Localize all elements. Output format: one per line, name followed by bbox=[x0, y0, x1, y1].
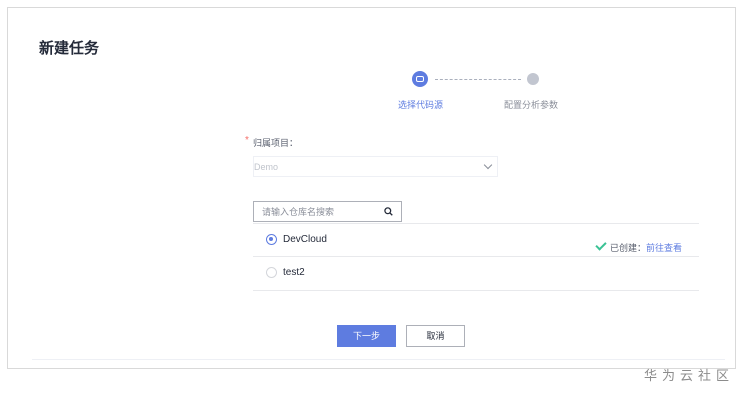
search-icon[interactable] bbox=[384, 207, 393, 216]
step-2-label: 配置分析参数 bbox=[504, 100, 559, 110]
project-select[interactable]: Demo bbox=[253, 156, 498, 177]
step-1-label: 选择代码源 bbox=[398, 100, 444, 110]
list-divider-top bbox=[253, 223, 699, 224]
next-step-button[interactable]: 下一步 bbox=[337, 325, 396, 347]
repo-search-box[interactable] bbox=[253, 201, 402, 222]
repo-name: DevCloud bbox=[283, 234, 327, 245]
project-field-label: 归属项目： bbox=[253, 138, 299, 148]
page-title: 新建任务 bbox=[39, 40, 100, 57]
repo-search-input[interactable] bbox=[262, 205, 377, 218]
list-divider-bottom bbox=[253, 290, 699, 291]
step-1-briefcase-icon bbox=[412, 71, 428, 87]
required-mark: * bbox=[245, 135, 249, 146]
step-connector-line bbox=[435, 79, 521, 80]
repo-name: test2 bbox=[283, 267, 305, 278]
watermark-text: 华为云社区 bbox=[643, 368, 734, 383]
radio-selected[interactable] bbox=[266, 234, 277, 245]
radio-unselected[interactable] bbox=[266, 267, 277, 278]
cancel-button[interactable]: 取消 bbox=[406, 325, 465, 347]
repo-status-text: 已创建： bbox=[609, 243, 646, 253]
chevron-down-icon bbox=[483, 160, 493, 170]
footer-divider bbox=[32, 359, 725, 360]
repo-status: 已创建：前往查看 bbox=[595, 239, 682, 254]
step-2-dot bbox=[527, 73, 539, 85]
go-view-link[interactable]: 前往查看 bbox=[646, 243, 682, 253]
project-select-value: Demo bbox=[254, 162, 279, 172]
list-divider bbox=[253, 256, 699, 257]
create-task-panel: 新建任务 选择代码源 配置分析参数 * 归属项目： Demo DevCloud … bbox=[7, 7, 736, 369]
check-icon bbox=[595, 239, 607, 251]
